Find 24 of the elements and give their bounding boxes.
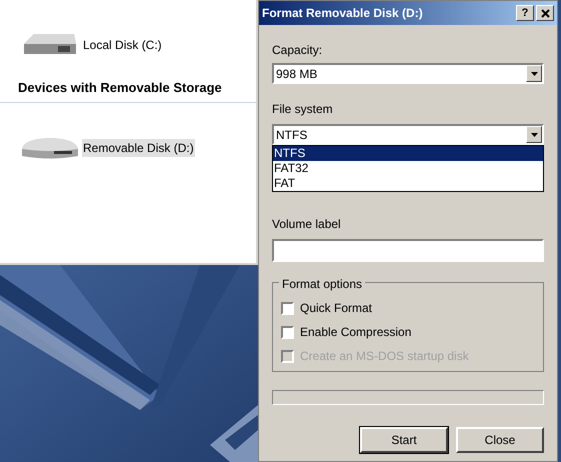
dropdown-arrow-icon	[530, 132, 538, 136]
dialog-button[interactable]: Start	[360, 427, 448, 453]
checkbox[interactable]	[281, 326, 294, 338]
section-header: Devices with Removable Storage	[17, 79, 223, 97]
field-label: Capacity:	[272, 42, 324, 59]
field-label: File system	[272, 101, 334, 118]
dropdown-option[interactable]: FAT32	[273, 161, 543, 176]
checkbox-label: Quick Format	[300, 300, 372, 317]
window-title: Format Removable Disk (D:)	[262, 5, 424, 22]
dropdown-option[interactable]: NTFS	[273, 146, 543, 161]
drive-label[interactable]: Local Disk (C:)	[82, 36, 163, 54]
checkbox-label: Enable Compression	[300, 324, 412, 341]
file-system-dropdown[interactable]: NTFS	[272, 124, 544, 145]
help-button[interactable]: ?	[516, 5, 534, 21]
checkbox[interactable]	[281, 302, 294, 314]
close-icon	[540, 8, 550, 18]
dropdown-option[interactable]: FAT	[273, 176, 543, 191]
field-label: Volume label	[272, 216, 342, 233]
volume-label-field[interactable]	[272, 239, 544, 262]
close-button[interactable]	[536, 5, 554, 21]
dialog-button[interactable]: Close	[456, 427, 544, 453]
dropdown-arrow-icon	[530, 72, 538, 76]
drive-label[interactable]: Removable Disk (D:)	[82, 138, 195, 156]
capacity-dropdown[interactable]: 998 MB	[272, 63, 544, 84]
